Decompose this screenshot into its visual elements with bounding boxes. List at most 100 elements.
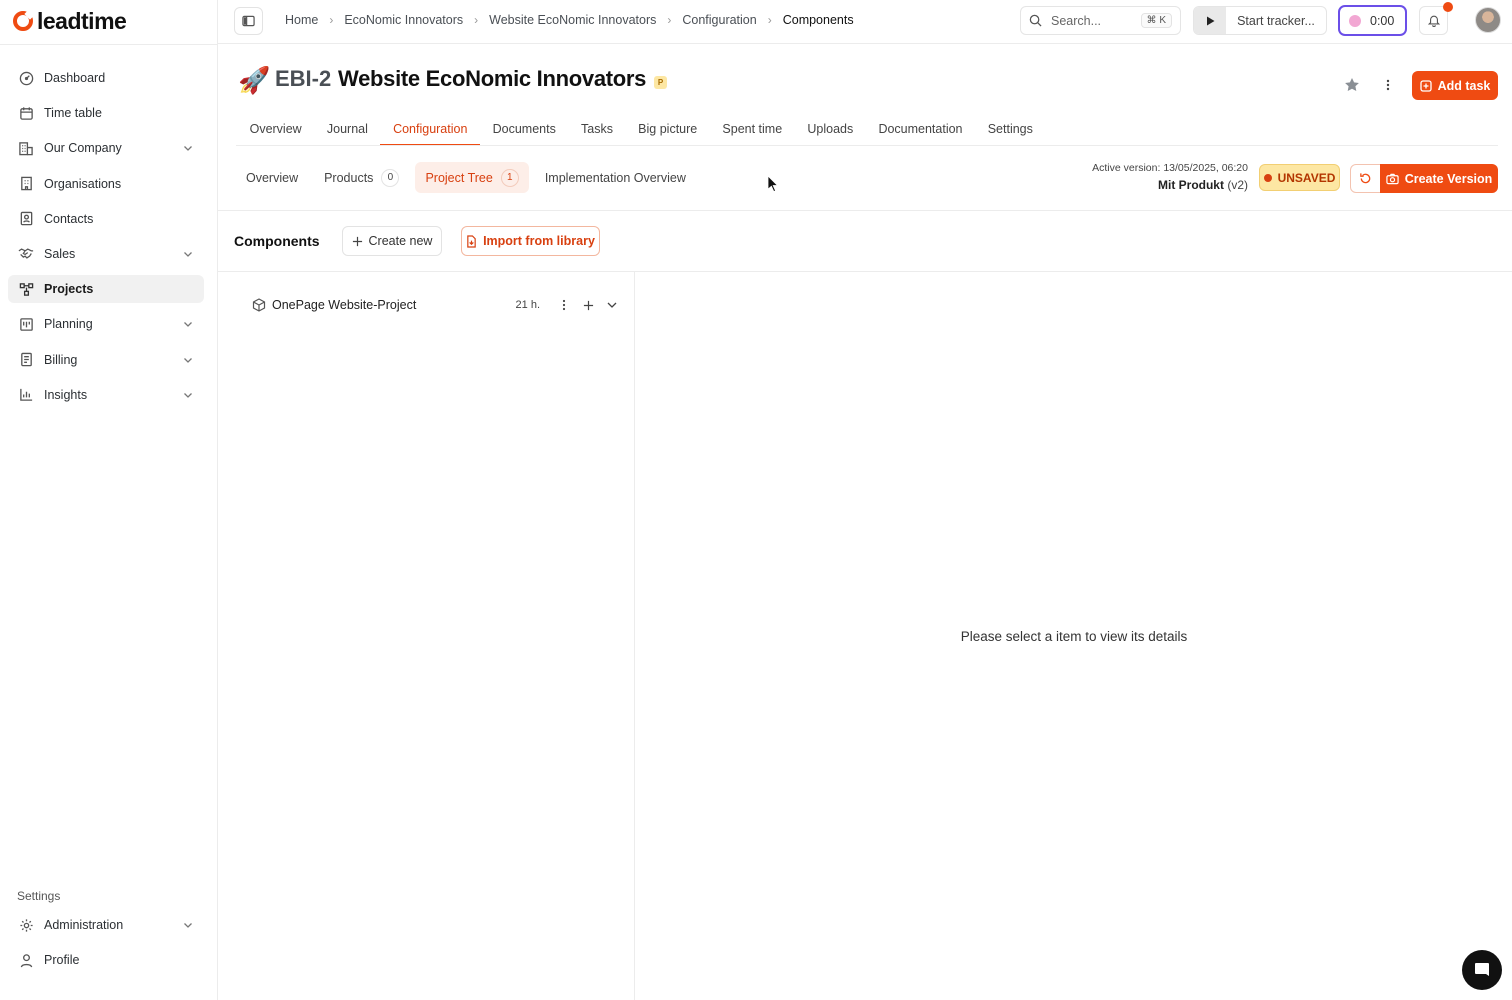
sidebar-item-contacts[interactable]: Contacts [8, 205, 204, 233]
tab-configuration[interactable]: Configuration [380, 112, 480, 146]
camera-icon [1386, 173, 1399, 184]
subtab-overview[interactable]: Overview [236, 162, 308, 193]
search-input[interactable]: Search... ⌘ K [1020, 6, 1181, 35]
more-options-button[interactable] [1378, 75, 1398, 95]
tab-uploads[interactable]: Uploads [795, 112, 866, 146]
calendar-icon [18, 105, 34, 121]
dashboard-icon [18, 70, 34, 86]
node-options-button[interactable] [554, 295, 574, 315]
breadcrumb-project[interactable]: Website EcoNomic Innovators [489, 13, 656, 27]
timer-display[interactable]: 0:00 [1338, 5, 1407, 36]
kebab-menu-icon [1386, 79, 1390, 91]
gear-icon [18, 917, 34, 933]
expand-node-button[interactable] [602, 295, 622, 315]
plus-square-icon [1419, 79, 1432, 92]
timer-status-dot [1349, 14, 1361, 27]
star-icon [1345, 78, 1359, 91]
tab-overview[interactable]: Overview [237, 112, 314, 146]
tab-documents[interactable]: Documents [480, 112, 568, 146]
breadcrumb-organisation[interactable]: EcoNomic Innovators [344, 13, 463, 27]
sidebar-item-label: Planning [44, 317, 93, 332]
chevron-right-icon: › [329, 13, 334, 27]
create-version-button[interactable]: Create Version [1380, 164, 1498, 193]
search-icon [1029, 14, 1042, 27]
project-header: 🚀 EBI-2 Website EcoNomic Innovators P Ad… [218, 44, 1512, 146]
chat-icon [1475, 963, 1489, 976]
sidebar-item-dashboard[interactable]: Dashboard [8, 64, 204, 92]
breadcrumb-home[interactable]: Home [285, 13, 318, 27]
tab-settings[interactable]: Settings [975, 112, 1045, 146]
sidebar-item-organisations[interactable]: Organisations [8, 170, 204, 198]
sidebar-item-insights[interactable]: Insights [8, 381, 204, 409]
create-version-label: Create Version [1404, 171, 1493, 186]
active-version-line: Active version: 13/05/2025, 06:20 [1092, 162, 1248, 174]
cube-icon [252, 298, 266, 312]
chevron-down-icon[interactable] [182, 389, 194, 401]
sidebar-item-label: Projects [44, 282, 94, 297]
tab-documentation[interactable]: Documentation [866, 112, 975, 146]
play-icon [1194, 7, 1226, 34]
add-child-button[interactable] [578, 295, 598, 315]
rocket-icon: 🚀 [238, 65, 271, 95]
chevron-down-icon[interactable] [182, 354, 194, 366]
tab-spent-time[interactable]: Spent time [710, 112, 795, 146]
chat-launcher-button[interactable] [1462, 950, 1502, 990]
brand-logo[interactable]: leadtime [13, 7, 127, 34]
favorite-button[interactable] [1342, 75, 1362, 95]
subtab-implementation-overview[interactable]: Implementation Overview [535, 162, 696, 193]
brand-name: leadtime [37, 7, 127, 34]
main-nav: Dashboard Time table Our Company Organis… [8, 64, 204, 416]
subtab-project-tree[interactable]: Project Tree 1 [415, 162, 529, 193]
sidebar: leadtime Dashboard Time table Our Compan… [0, 0, 218, 1000]
configuration-subbar: Overview Products 0 Project Tree 1 Imple… [218, 146, 1512, 211]
add-task-button[interactable]: Add task [1412, 71, 1498, 100]
sidebar-item-label: Organisations [44, 176, 122, 191]
tab-journal[interactable]: Journal [314, 112, 380, 146]
tab-tasks[interactable]: Tasks [568, 112, 625, 146]
notifications-button[interactable] [1419, 2, 1453, 35]
sidebar-item-projects[interactable]: Projects [8, 275, 204, 304]
tab-big-picture[interactable]: Big picture [626, 112, 710, 146]
plus-icon [352, 236, 362, 246]
sidebar-item-label: Contacts [44, 211, 94, 226]
organisation-icon [18, 176, 34, 192]
chevron-down-icon[interactable] [182, 318, 194, 330]
sidebar-toggle-button[interactable] [234, 7, 263, 35]
chevron-right-icon: › [667, 13, 672, 27]
sidebar-item-administration[interactable]: Administration [8, 911, 204, 939]
chevron-down-icon[interactable] [182, 142, 194, 154]
insights-icon [18, 387, 34, 403]
kebab-menu-icon [562, 299, 566, 311]
billing-icon [18, 352, 34, 368]
revert-button[interactable] [1350, 164, 1381, 193]
detail-panel: Please select a item to view its details [636, 272, 1512, 1000]
sidebar-item-sales[interactable]: Sales [8, 240, 204, 268]
plus-icon [583, 300, 593, 310]
sidebar-item-our-company[interactable]: Our Company [8, 134, 204, 162]
import-from-library-button[interactable]: Import from library [461, 226, 600, 256]
subtab-label: Products [324, 170, 374, 185]
breadcrumb: Home › EcoNomic Innovators › Website Eco… [285, 13, 854, 27]
sidebar-item-profile[interactable]: Profile [8, 946, 204, 974]
create-new-button[interactable]: Create new [342, 226, 442, 256]
create-new-label: Create new [368, 234, 433, 248]
subtab-label: Implementation Overview [544, 170, 686, 185]
subtab-products[interactable]: Products 0 [314, 162, 409, 193]
chevron-down-icon[interactable] [182, 248, 194, 260]
start-tracker-button[interactable]: Start tracker... [1193, 6, 1327, 35]
sidebar-item-time-table[interactable]: Time table [8, 99, 204, 127]
notification-badge [1443, 2, 1453, 12]
tree-node[interactable]: OnePage Website-Project 21 h. [252, 294, 622, 316]
sidebar-item-planning[interactable]: Planning [8, 310, 204, 338]
breadcrumb-configuration[interactable]: Configuration [682, 13, 756, 27]
avatar[interactable] [1475, 7, 1501, 33]
logo-mark-icon [13, 11, 33, 31]
sidebar-item-billing[interactable]: Billing [8, 346, 204, 374]
chevron-down-icon[interactable] [182, 919, 194, 931]
sidebar-item-label: Dashboard [44, 71, 106, 85]
chevron-right-icon: › [767, 13, 772, 27]
contacts-icon [18, 211, 34, 227]
components-title: Components [234, 233, 320, 249]
sidebar-item-label: Profile [44, 953, 80, 968]
handshake-icon [18, 246, 34, 262]
